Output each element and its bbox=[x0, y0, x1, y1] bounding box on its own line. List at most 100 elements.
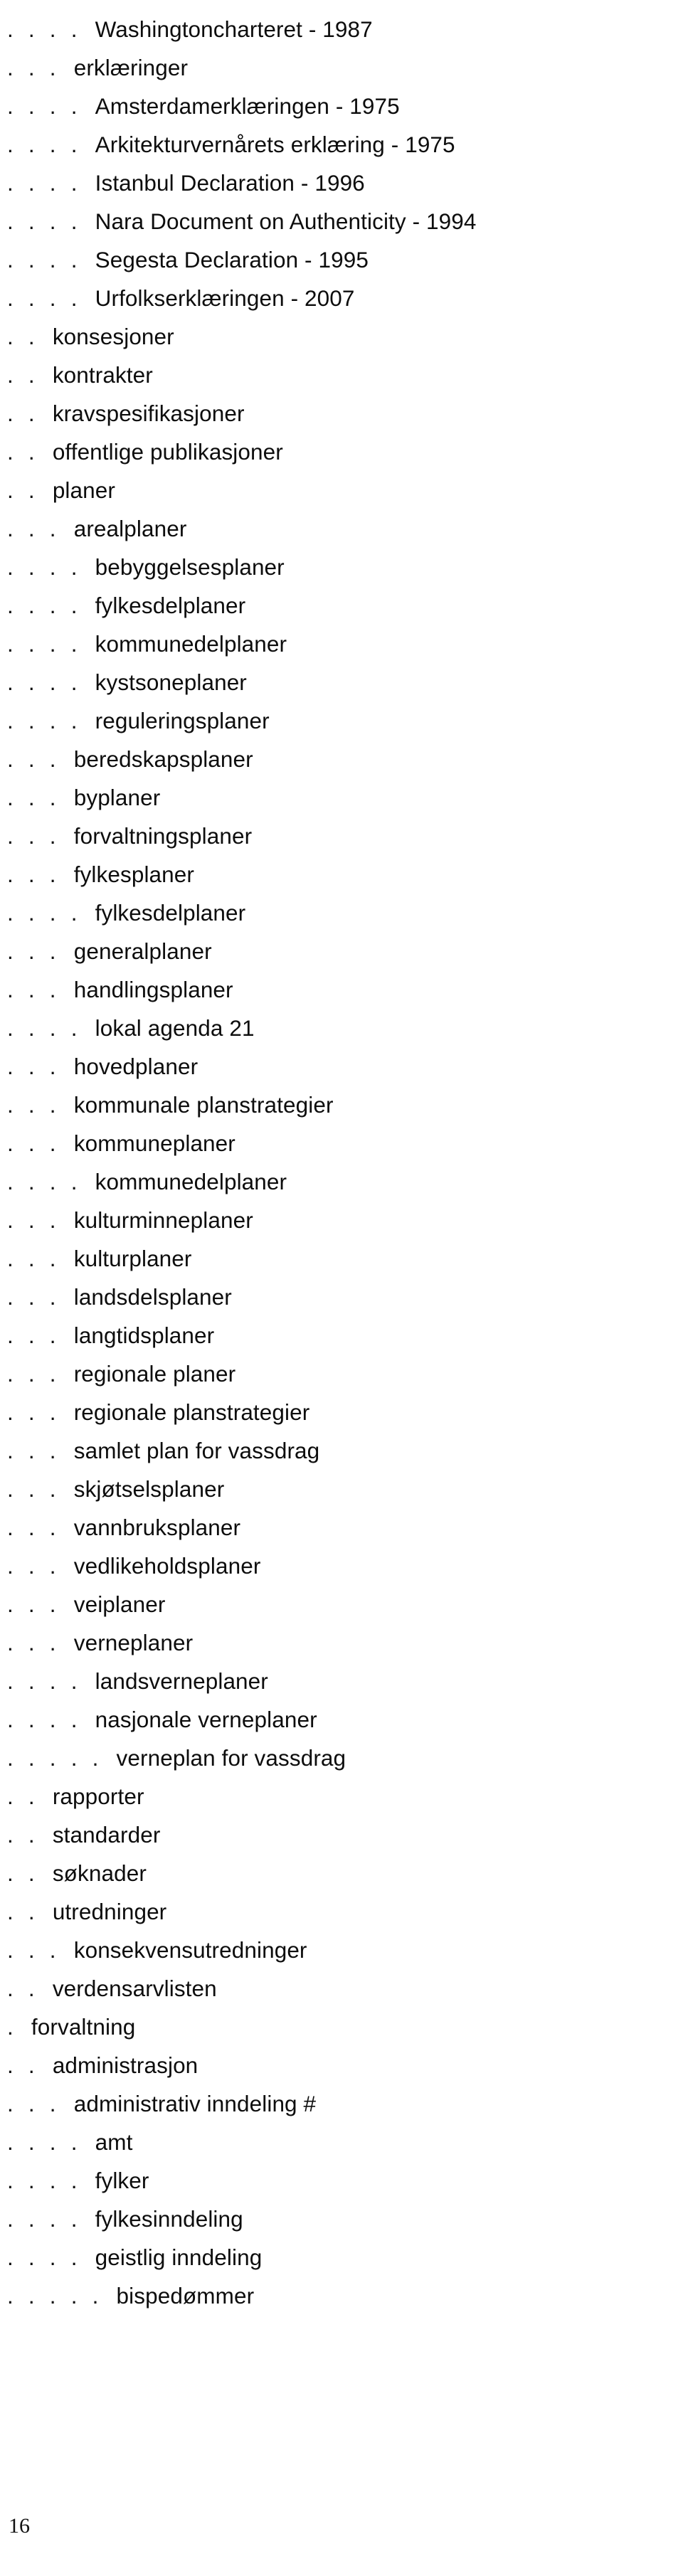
index-entry[interactable]: . . standarder bbox=[0, 1816, 683, 1854]
entry-indent-dots: . . . . . bbox=[7, 2283, 114, 2309]
entry-indent-dots: . . . . bbox=[7, 708, 92, 733]
index-entry[interactable]: . . . administrativ inndeling # bbox=[0, 2084, 683, 2123]
index-entry[interactable]: . . . handlingsplaner bbox=[0, 970, 683, 1009]
index-entry[interactable]: . forvaltning bbox=[0, 2008, 683, 2046]
index-entry[interactable]: . . planer bbox=[0, 471, 683, 509]
entry-indent-dots: . . . . bbox=[7, 900, 92, 926]
index-entry[interactable]: . . . vannbruksplaner bbox=[0, 1508, 683, 1547]
index-entry[interactable]: . . . kommunale planstrategier bbox=[0, 1086, 683, 1124]
index-entry[interactable]: . . . verneplaner bbox=[0, 1623, 683, 1662]
entry-indent-dots: . . . bbox=[7, 1207, 71, 1233]
index-entry[interactable]: . . . . kommunedelplaner bbox=[0, 625, 683, 663]
index-entry[interactable]: . . . . Segesta Declaration - 1995 bbox=[0, 240, 683, 279]
entry-label: konsekvensutredninger bbox=[73, 1937, 307, 1963]
entry-indent-dots: . . bbox=[7, 1899, 50, 1924]
index-entry[interactable]: . . . . Urfolkserklæringen - 2007 bbox=[0, 279, 683, 317]
entry-label: reguleringsplaner bbox=[95, 708, 270, 733]
index-entry[interactable]: . . . . . bispedømmer bbox=[0, 2276, 683, 2315]
entry-indent-dots: . . . . bbox=[7, 1707, 92, 1732]
index-entry[interactable]: . . verdensarvlisten bbox=[0, 1969, 683, 2008]
index-entry[interactable]: . . . kommuneplaner bbox=[0, 1124, 683, 1162]
index-entry[interactable]: . . . . lokal agenda 21 bbox=[0, 1009, 683, 1047]
index-entry[interactable]: . . . . nasjonale verneplaner bbox=[0, 1700, 683, 1739]
index-entry[interactable]: . . . kulturminneplaner bbox=[0, 1201, 683, 1239]
entry-label: administrativ inndeling # bbox=[73, 2091, 317, 2116]
entry-indent-dots: . . . . bbox=[7, 208, 92, 234]
index-entry[interactable]: . . offentlige publikasjoner bbox=[0, 433, 683, 471]
index-entry[interactable]: . . . kulturplaner bbox=[0, 1239, 683, 1278]
index-entry[interactable]: . . . . Amsterdamerklæringen - 1975 bbox=[0, 87, 683, 125]
index-entry[interactable]: . . . . kystsoneplaner bbox=[0, 663, 683, 701]
entry-indent-dots: . . . bbox=[7, 55, 71, 80]
index-entry[interactable]: . . . regionale planer bbox=[0, 1355, 683, 1393]
index-entry[interactable]: . . . . fylkesdelplaner bbox=[0, 894, 683, 932]
index-entry[interactable]: . . . vedlikeholdsplaner bbox=[0, 1547, 683, 1585]
index-entry[interactable]: . . . generalplaner bbox=[0, 932, 683, 970]
index-entry[interactable]: . . . samlet plan for vassdrag bbox=[0, 1431, 683, 1470]
entry-label: Segesta Declaration - 1995 bbox=[95, 247, 369, 272]
index-entry[interactable]: . . . byplaner bbox=[0, 778, 683, 817]
index-entry[interactable]: . . . . Istanbul Declaration - 1996 bbox=[0, 164, 683, 202]
index-entry[interactable]: . . . . amt bbox=[0, 2123, 683, 2161]
entry-label: vannbruksplaner bbox=[73, 1515, 241, 1540]
index-entry[interactable]: . . . . reguleringsplaner bbox=[0, 701, 683, 740]
entry-label: erklæringer bbox=[73, 55, 189, 80]
entry-indent-dots: . . bbox=[7, 477, 50, 503]
entry-label: administrasjon bbox=[52, 2052, 198, 2078]
entry-label: fylkesdelplaner bbox=[95, 900, 246, 926]
entry-label: planer bbox=[52, 477, 115, 503]
index-entry[interactable]: . . . landsdelsplaner bbox=[0, 1278, 683, 1316]
index-entry[interactable]: . . kontrakter bbox=[0, 356, 683, 394]
index-entry[interactable]: . . . . kommunedelplaner bbox=[0, 1162, 683, 1201]
index-entry[interactable]: . . . . fylkesinndeling bbox=[0, 2200, 683, 2238]
index-entry[interactable]: . . . . bebyggelsesplaner bbox=[0, 548, 683, 586]
entry-indent-dots: . . bbox=[7, 2052, 50, 2078]
entry-indent-dots: . . . bbox=[7, 1515, 71, 1540]
index-entry[interactable]: . . . veiplaner bbox=[0, 1585, 683, 1623]
index-entry[interactable]: . . . . Nara Document on Authenticity - … bbox=[0, 202, 683, 240]
index-entry[interactable]: . . . erklæringer bbox=[0, 48, 683, 87]
entry-label: fylkesplaner bbox=[73, 862, 195, 887]
index-entry[interactable]: . . . hovedplaner bbox=[0, 1047, 683, 1086]
index-entry[interactable]: . . . skjøtselsplaner bbox=[0, 1470, 683, 1508]
entry-indent-dots: . . . . bbox=[7, 93, 92, 119]
index-entry[interactable]: . . . . fylkesdelplaner bbox=[0, 586, 683, 625]
entry-label: regionale planstrategier bbox=[73, 1399, 310, 1425]
index-entry[interactable]: . . . forvaltningsplaner bbox=[0, 817, 683, 855]
entry-indent-dots: . . . bbox=[7, 1438, 71, 1463]
entry-label: landsverneplaner bbox=[95, 1668, 268, 1694]
index-entry[interactable]: . . . konsekvensutredninger bbox=[0, 1931, 683, 1969]
entry-label: veiplaner bbox=[73, 1591, 166, 1617]
entry-indent-dots: . . . bbox=[7, 1591, 71, 1617]
entry-indent-dots: . . . . bbox=[7, 170, 92, 196]
index-entry[interactable]: . . . . Arkitekturvernårets erklæring - … bbox=[0, 125, 683, 164]
entry-label: byplaner bbox=[73, 785, 161, 810]
entry-label: bispedømmer bbox=[116, 2283, 255, 2309]
index-entry[interactable]: . . kravspesifikasjoner bbox=[0, 394, 683, 433]
index-entry[interactable]: . . . . Washingtoncharteret - 1987 bbox=[0, 10, 683, 48]
entry-label: vedlikeholdsplaner bbox=[73, 1553, 261, 1579]
index-entry[interactable]: . . . beredskapsplaner bbox=[0, 740, 683, 778]
index-entry[interactable]: . . rapporter bbox=[0, 1777, 683, 1816]
index-entry[interactable]: . . . . . verneplan for vassdrag bbox=[0, 1739, 683, 1777]
entry-indent-dots: . . . . bbox=[7, 2206, 92, 2232]
entry-label: offentlige publikasjoner bbox=[52, 439, 283, 465]
entry-indent-dots: . . . bbox=[7, 1092, 71, 1118]
entry-indent-dots: . . . . bbox=[7, 631, 92, 657]
index-entry[interactable]: . . . . landsverneplaner bbox=[0, 1662, 683, 1700]
index-entry[interactable]: . . . regionale planstrategier bbox=[0, 1393, 683, 1431]
index-entry[interactable]: . . administrasjon bbox=[0, 2046, 683, 2084]
index-entry[interactable]: . . . langtidsplaner bbox=[0, 1316, 683, 1355]
entry-indent-dots: . . bbox=[7, 1976, 50, 2001]
index-entry[interactable]: . . søknader bbox=[0, 1854, 683, 1892]
index-entry[interactable]: . . . . fylker bbox=[0, 2161, 683, 2200]
entry-label: verdensarvlisten bbox=[52, 1976, 217, 2001]
entry-label: kommunedelplaner bbox=[95, 631, 287, 657]
index-entry[interactable]: . . konsesjoner bbox=[0, 317, 683, 356]
entry-label: Washingtoncharteret - 1987 bbox=[95, 16, 373, 42]
index-entry[interactable]: . . . . geistlig inndeling bbox=[0, 2238, 683, 2276]
index-entry[interactable]: . . . arealplaner bbox=[0, 509, 683, 548]
index-entry[interactable]: . . . fylkesplaner bbox=[0, 855, 683, 894]
index-entry[interactable]: . . utredninger bbox=[0, 1892, 683, 1931]
entry-label: beredskapsplaner bbox=[73, 746, 253, 772]
